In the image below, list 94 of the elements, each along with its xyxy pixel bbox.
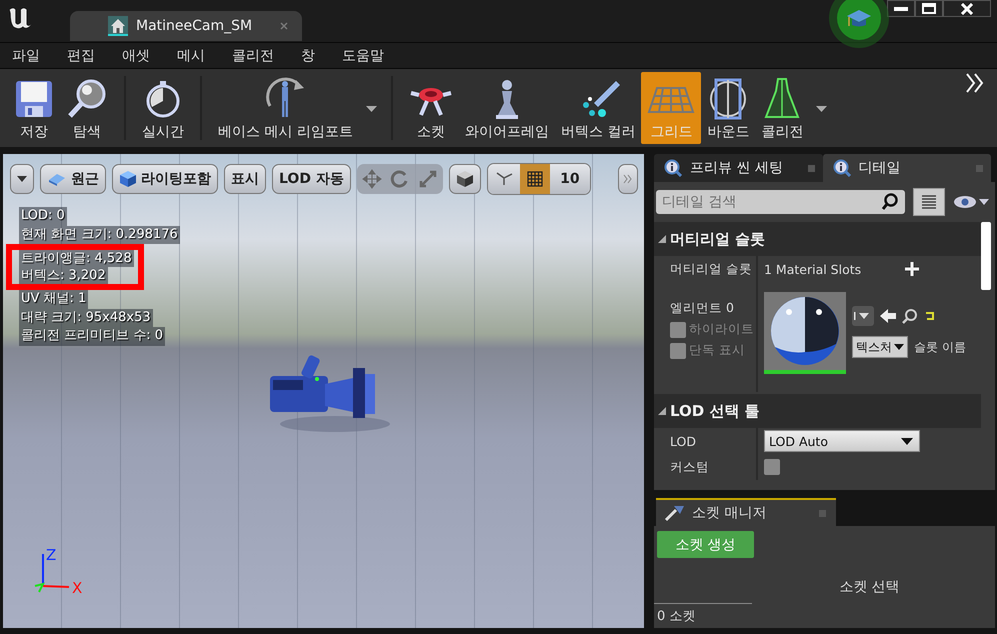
collapse-triangle-icon [658,235,666,243]
toolbar-button[interactable]: 바운드 [701,72,756,144]
close-button[interactable] [943,0,991,17]
socket-hint: 소켓 선택 [839,578,900,596]
viewport-option-button[interactable]: 라이팅포함 [112,164,218,194]
caret-icon [901,438,913,444]
info-magnifier-icon [832,159,850,177]
axis-gizmo-drawing: Z X [31,546,91,596]
menu-item[interactable]: 콜리전 [232,46,274,64]
checkbox[interactable] [670,322,686,338]
rotate-icon [390,169,410,189]
toolbar-button[interactable]: 실시간 [136,72,190,144]
property-label: 커스텀 [670,458,709,476]
menu-item[interactable]: 도움말 [342,46,384,64]
surface-snap-button[interactable] [488,164,520,194]
bounds-icon [708,76,748,120]
viewport-option-button[interactable]: LOD 자동 [272,164,351,194]
move-arrows-icon [362,169,382,189]
search-icon[interactable] [902,308,918,324]
toolbar-button[interactable]: 소켓 [402,72,459,144]
material-sphere-thumbnail[interactable] [764,292,846,374]
house-icon [108,16,128,36]
lod-dropdown[interactable]: LOD Auto [764,430,920,452]
transform-tools[interactable] [356,164,443,194]
menu-item[interactable]: 창 [301,46,315,64]
collapse-triangle-icon [658,407,666,415]
grid-size-dropdown[interactable]: 10 [550,164,590,194]
toolbar-button[interactable]: 버텍스 컬러 [554,72,642,144]
slot-name-label: 슬롯 이름 [914,338,966,356]
wand-icon [664,504,686,522]
caret-icon [854,311,872,321]
caret-icon [894,344,904,350]
toolbar-button[interactable]: 베이스 메시 리임포트 [212,72,359,144]
caret-icon [17,176,27,182]
left-arrow-icon[interactable] [880,309,896,323]
info-magnifier-icon [664,159,682,177]
document-tab[interactable]: MatineeCam_SM [70,11,302,41]
menu-item[interactable]: 편집 [67,46,95,64]
menu-item[interactable]: 파일 [12,46,40,64]
close-tab-icon[interactable] [280,22,288,30]
panel-tab[interactable]: 프리뷰 씬 세팅 [654,154,822,182]
menu-item[interactable]: 메시 [177,46,205,64]
property-label: 머티리얼 슬롯 [670,260,752,278]
eye-icon[interactable] [953,195,989,209]
caret-icon[interactable] [366,106,377,112]
magnifier-icon [66,78,108,120]
floppy-icon [14,78,54,118]
material-picker-dropdown[interactable] [852,306,874,326]
property-label: 엘리먼트 0 [670,300,734,317]
viewport-menu-button[interactable] [10,164,34,194]
scrollbar-thumb[interactable] [981,222,991,290]
minimize-button[interactable] [887,0,915,17]
section-header[interactable]: LOD 선택 툴 [654,394,981,428]
checkbox-label: 하이라이트 [689,321,754,338]
toolbar-button[interactable]: 와이어프레임 [458,72,555,144]
cube-icon [456,170,474,188]
eraser-icon [47,172,67,186]
search-field[interactable]: 디테일 검색 [656,190,879,214]
viewport-option-button[interactable]: 표시 [224,164,266,194]
menu-item[interactable]: 애셋 [122,46,150,64]
local-world-button[interactable] [448,164,481,194]
toolbar-button[interactable]: 저장 [8,72,60,144]
socket-count: 0 소켓 [654,603,752,628]
chevron-icon [623,174,633,184]
maximize-icon [922,3,936,14]
property-value: 1 Material Slots [764,262,862,276]
panel-tab[interactable]: 소켓 매니저 [656,498,836,526]
viewport-scene[interactable]: 원근 라이팅포함 표시 LOD 자동 10 LOD: 0 현재 화면 크기: 0.298176 트라이앵글: 4,528 버텍스: 3,202 UV 채널: 1 대략 크기: 95x48x53 콜리전 프리미티브 수: 0 Z X [3,154,644,628]
checkbox-label: 단독 표시 [689,342,745,359]
viewport-option-button[interactable]: 원근 [40,164,106,194]
maximize-button[interactable] [915,0,943,17]
grid-snap-toggle[interactable] [520,164,550,194]
panel-tab[interactable]: 디테일 [822,154,991,182]
grid-icon [526,170,544,188]
overflow-chevron-icon[interactable] [965,72,985,94]
toolbar-button[interactable]: 탐색 [60,72,114,144]
property-matrix-button[interactable] [913,188,945,216]
caret-icon[interactable] [816,106,828,112]
toolbar-button[interactable]: 콜리전 [755,72,810,144]
scale-arrows-icon [418,169,438,189]
viewport-overflow-button[interactable] [618,164,638,194]
plus-icon[interactable] [905,262,920,276]
search-icon[interactable] [879,190,905,214]
list-icon [921,194,937,210]
section-header[interactable]: 머티리얼 슬롯 [654,222,981,256]
checkbox[interactable] [764,459,780,475]
property-label: LOD [670,434,696,448]
cone-icon [764,76,800,120]
cube-icon [119,170,137,188]
texture-dropdown[interactable]: 텍스처 [852,336,908,358]
checkbox[interactable] [670,342,686,358]
minimize-icon [894,6,908,10]
close-icon [960,2,974,14]
document-title: MatineeCam_SM [136,18,254,34]
